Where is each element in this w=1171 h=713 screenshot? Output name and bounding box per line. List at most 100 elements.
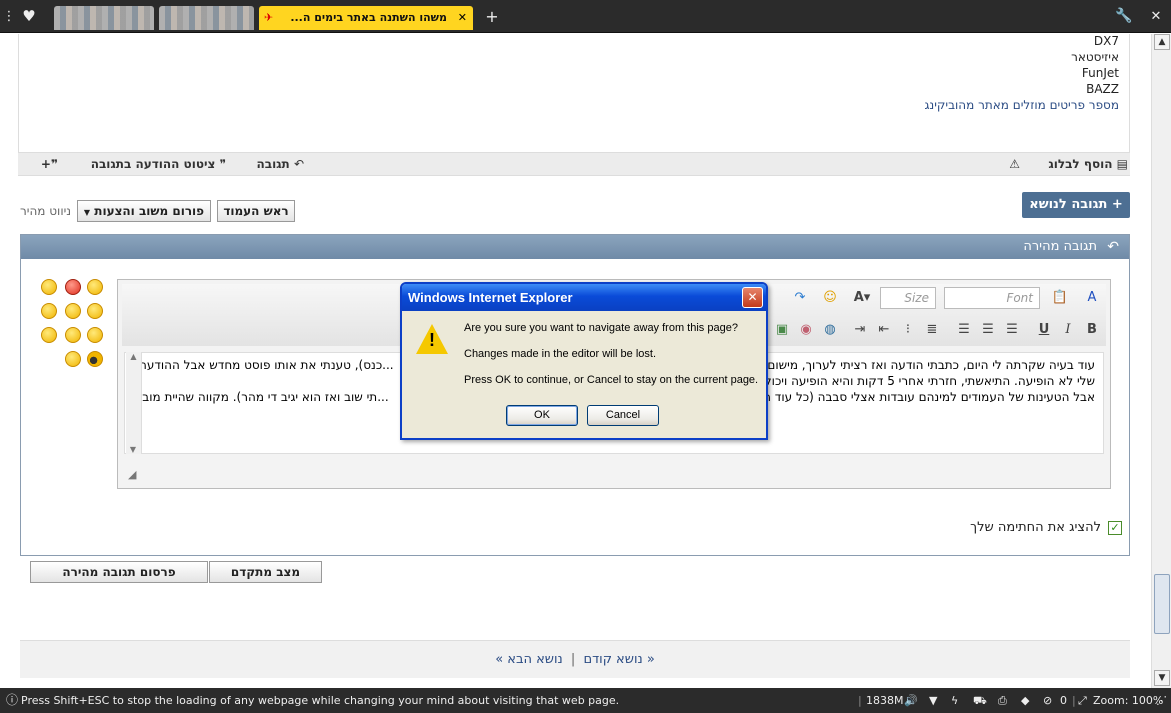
align-right-icon[interactable]: ☰ (954, 320, 974, 340)
signature-label: להציג את החתימה שלך (970, 520, 1101, 535)
sad-smiley-icon[interactable] (65, 327, 81, 343)
cool-smiley-icon[interactable] (87, 351, 103, 367)
zoom-icon[interactable]: ⤢ (1078, 688, 1087, 713)
multi-quote-icon[interactable]: ❞+ (41, 157, 58, 171)
happy-smiley-icon[interactable] (65, 303, 81, 319)
angry-smiley-icon[interactable] (65, 279, 81, 295)
dialog-message-line: Are you sure you want to navigate away f… (464, 322, 738, 334)
next-topic-link[interactable]: נושא הבא » (495, 652, 563, 667)
indent-icon[interactable]: ⇥ (850, 320, 870, 340)
tab-blurred-1[interactable] (54, 6, 154, 30)
site-favicon-icon: ✈ (264, 11, 274, 24)
page-scrollbar[interactable]: ▲ ▼ (1151, 34, 1171, 688)
reply-arrow-icon: ↶ (293, 157, 304, 171)
volume-icon[interactable]: 🔊 (904, 688, 918, 713)
advanced-mode-button[interactable]: מצב מתקדם (209, 561, 322, 583)
add-to-blog-label: הוסף לבלוג (1048, 157, 1113, 171)
add-to-blog-button[interactable]: ▤ הוסף לבלוג (1048, 157, 1128, 171)
car-icon[interactable]: ⛟ (973, 688, 987, 713)
text-line-start: עוד בעיה שקרתה לי היום, כתבתי הודעה ואז … (744, 358, 1095, 372)
forum-select-label: פורום משוב והצעות (94, 204, 205, 218)
eyeroll-smiley-icon[interactable] (41, 327, 57, 343)
quick-reply-title: תגובה מהירה (1023, 239, 1097, 254)
outdent-icon[interactable]: ⇤ (874, 320, 894, 340)
forum-select[interactable]: פורום משוב והצעות ▼ (77, 200, 211, 222)
post-quick-reply-button[interactable]: פרסום תגובה מהירה (30, 561, 208, 583)
italic-icon[interactable]: I (1058, 320, 1078, 340)
pager-separator: | (570, 652, 576, 667)
textarea-scrollbar[interactable]: ▲ ▼ (126, 352, 142, 454)
post-link[interactable]: מספר פריטים מוזלים מאתר מהוביקינג (924, 98, 1119, 112)
tab-close-icon[interactable]: ✕ (458, 6, 467, 30)
scroll-up-icon[interactable]: ▲ (1154, 34, 1170, 50)
cancel-button[interactable]: Cancel (587, 405, 659, 426)
size-select[interactable]: Size (880, 287, 936, 309)
status-bar: ⓘ Press Shift+ESC to stop the loading of… (0, 688, 1171, 713)
plus-icon[interactable]: + (482, 0, 502, 33)
signature-checkbox[interactable]: ✓ (1108, 521, 1122, 535)
quick-nav-label: ניווט מהיר (20, 204, 72, 218)
report-icon[interactable]: ⚠ (1009, 157, 1020, 171)
remove-format-icon[interactable]: A (1082, 288, 1102, 308)
laugh-smiley-icon[interactable] (87, 327, 103, 343)
dialog-close-icon[interactable]: ✕ (742, 287, 763, 308)
scroll-up-icon[interactable]: ▲ (126, 352, 141, 361)
resize-grip-icon: ⋰ (1156, 694, 1167, 707)
wink-smiley-icon[interactable] (41, 279, 57, 295)
status-divider: | (858, 694, 862, 707)
memory-usage: 1838M (866, 694, 904, 707)
lightning-icon[interactable]: ϟ (951, 688, 958, 713)
reply-button[interactable]: ↶ תגובה (257, 157, 305, 171)
scroll-down-icon[interactable]: ▼ (1154, 670, 1170, 686)
align-center-icon[interactable]: ☰ (978, 320, 998, 340)
text-color-icon[interactable]: ▾A (852, 288, 872, 308)
dialog-message-line: Press OK to continue, or Cancel to stay … (464, 374, 759, 386)
bold-icon[interactable]: B (1082, 320, 1102, 340)
previous-topic-link[interactable]: « נושא קודם (583, 652, 654, 667)
underline-icon[interactable]: U (1034, 320, 1054, 340)
scroll-thumb[interactable] (1154, 574, 1170, 634)
print-icon[interactable]: ⎙ (998, 688, 1007, 713)
blocked-count: 0 (1060, 694, 1067, 707)
eraser-icon[interactable]: ◆ (1021, 688, 1029, 713)
tab-active[interactable]: ✈ משהו השתנה באתר בימים ה... ✕ (259, 6, 473, 30)
smiley-icon[interactable]: ☺ (820, 288, 840, 308)
redo-icon[interactable]: ↷ (790, 288, 810, 308)
email-link-icon[interactable]: ◉ (796, 320, 816, 340)
menu-dots-icon[interactable]: ⋮ (2, 0, 16, 33)
heart-icon[interactable]: ♥ (18, 0, 40, 33)
link-icon[interactable]: ◍ (820, 320, 840, 340)
confused-smiley-icon[interactable] (87, 303, 103, 319)
block-icon[interactable]: ⊘ (1043, 688, 1052, 713)
exclamation-icon: ! (429, 330, 435, 350)
scroll-down-icon[interactable]: ▼ (125, 445, 141, 454)
wrench-icon[interactable]: 🔧 (1114, 0, 1134, 33)
blog-icon: ▤ (1116, 157, 1128, 171)
post-action-bar: ▤ הוסף לבלוג ⚠ ↶ תגובה ❞ ציטוט ההודעה בת… (18, 152, 1130, 176)
browser-tab-bar: ⋮ ♥ ✈ משהו השתנה באתר בימים ה... ✕ + 🔧 ✕ (0, 0, 1171, 33)
paste-icon[interactable]: 📋 (1050, 288, 1070, 308)
dialog-message-line: Changes made in the editor will be lost. (464, 348, 656, 360)
numbered-list-icon[interactable]: ≣ (922, 320, 942, 340)
reply-to-topic-button[interactable]: + תגובה לנושא (1022, 192, 1130, 218)
dialog-title: Windows Internet Explorer (402, 284, 766, 311)
resize-handle-icon[interactable]: ◢ (128, 468, 136, 481)
align-left-icon[interactable]: ☰ (1002, 320, 1022, 340)
page-top-button[interactable]: ראש העמוד (217, 200, 295, 222)
font-select[interactable]: Font (944, 287, 1040, 309)
close-icon[interactable]: ✕ (1146, 0, 1166, 33)
tab-blurred-2[interactable] (159, 6, 254, 30)
post-line: FunJet (1081, 66, 1119, 80)
grin-smiley-icon[interactable] (41, 303, 57, 319)
embarrassed-smiley-icon[interactable] (65, 351, 81, 367)
tab-title: משהו השתנה באתר בימים ה... (290, 11, 447, 24)
download-icon[interactable]: ▼ (929, 688, 937, 713)
smiley-icon[interactable] (87, 279, 103, 295)
image-icon[interactable]: ▣ (772, 320, 792, 340)
quick-reply-header: תגובה מהירה ↶ (21, 235, 1129, 259)
ok-button[interactable]: OK (506, 405, 578, 426)
bullet-list-icon[interactable]: ⁝ (898, 320, 918, 340)
quote-button[interactable]: ❞ ציטוט ההודעה בתגובה (91, 157, 226, 171)
zoom-level[interactable]: Zoom: 100% (1093, 688, 1163, 713)
status-divider: | (1072, 694, 1076, 707)
